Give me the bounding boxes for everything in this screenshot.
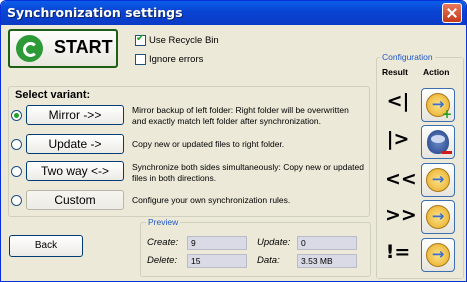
result-header: Result — [382, 67, 408, 77]
custom-description: Configure your own synchronization rules… — [132, 195, 291, 205]
result-different: != — [385, 241, 411, 263]
create-value: 9 — [187, 236, 247, 250]
two-way-button[interactable]: Two way <-> — [26, 161, 124, 181]
data-value: 3.53 MB — [297, 254, 357, 268]
use-recycle-bin-label: Use Recycle Bin — [149, 35, 219, 46]
result-right-newer: >> — [385, 204, 417, 226]
plus-icon: + — [442, 107, 453, 121]
sync-settings-window: Synchronization settings START Use Recyc… — [0, 0, 467, 282]
title-bar[interactable]: Synchronization settings — [1, 1, 466, 25]
action-header: Action — [423, 67, 450, 77]
minus-icon — [442, 151, 452, 154]
configuration-title: Configuration — [380, 52, 435, 62]
mirror-button[interactable]: Mirror ->> — [26, 105, 124, 125]
mirror-description: Mirror backup of left folder: Right fold… — [132, 105, 349, 126]
sync-icon — [16, 35, 43, 62]
update-radio[interactable] — [11, 139, 22, 150]
update-button[interactable]: Update -> — [26, 134, 124, 154]
create-label: Create: — [147, 237, 179, 248]
mirror-radio[interactable] — [11, 110, 22, 121]
update-label: Update: — [257, 237, 291, 248]
arrow-right-icon: → — [426, 168, 450, 192]
action-right-only-button[interactable] — [421, 125, 455, 159]
result-left-newer: << — [385, 168, 417, 190]
action-right-newer-button[interactable]: → — [421, 200, 455, 234]
use-recycle-bin-checkbox[interactable] — [135, 33, 146, 46]
update-value: 0 — [297, 236, 357, 250]
custom-button[interactable]: Custom — [26, 190, 124, 210]
arrow-right-icon: → — [426, 243, 450, 267]
start-label: START — [54, 37, 113, 57]
action-left-newer-button[interactable]: → — [421, 163, 455, 197]
custom-radio[interactable] — [11, 195, 22, 206]
preview-title: Preview — [146, 217, 181, 227]
ignore-errors-label: Ignore errors — [149, 54, 204, 65]
variant-title: Select variant: — [15, 89, 91, 101]
two-way-description: Synchronize both sides simultaneously: C… — [132, 162, 364, 183]
result-left-only: <| — [386, 90, 410, 112]
delete-value: 15 — [187, 254, 247, 268]
data-label: Data: — [257, 255, 280, 266]
close-button[interactable] — [442, 3, 462, 23]
arrow-right-icon: → — [426, 205, 450, 229]
two-way-radio[interactable] — [11, 166, 22, 177]
action-different-button[interactable]: → — [421, 238, 455, 272]
start-button[interactable]: START — [8, 29, 118, 68]
window-title: Synchronization settings — [7, 5, 183, 20]
action-left-only-button[interactable]: → + — [421, 88, 455, 122]
update-description: Copy new or updated files to right folde… — [132, 139, 285, 149]
delete-label: Delete: — [147, 255, 178, 266]
back-button[interactable]: Back — [9, 235, 83, 257]
ignore-errors-checkbox[interactable] — [135, 54, 146, 65]
result-right-only: |> — [386, 128, 410, 150]
